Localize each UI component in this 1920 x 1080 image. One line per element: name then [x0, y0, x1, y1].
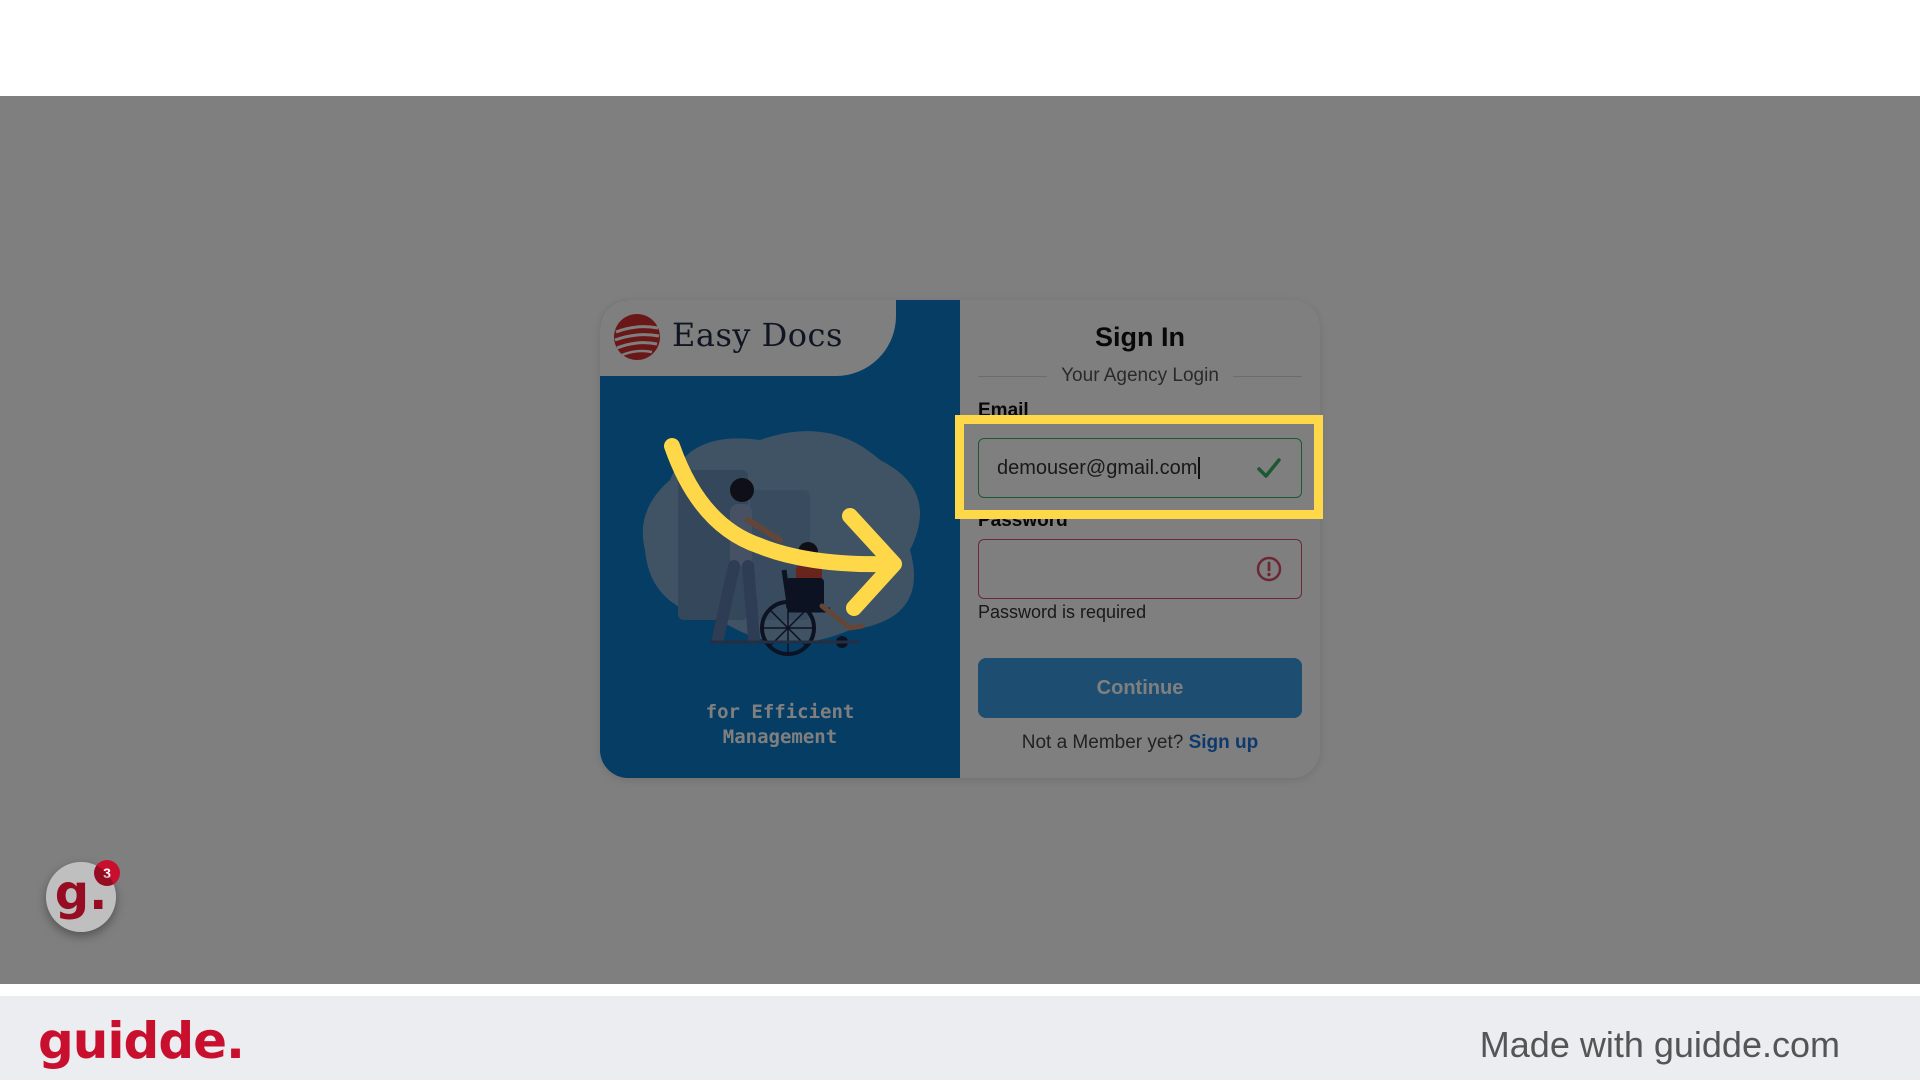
logo-tab: Easy Docs [600, 300, 896, 376]
guide-highlight-box [955, 415, 1323, 519]
member-prompt-text: Not a Member yet? [1021, 732, 1184, 753]
subtitle-row: Your Agency Login [978, 364, 1303, 388]
easy-docs-logo-icon [614, 314, 660, 360]
screenshot-stage: Easy Docs for Efficient Management Sign … [0, 96, 1920, 984]
password-error-message: Password is required [978, 602, 1147, 622]
signin-subtitle: Your Agency Login [1061, 365, 1219, 386]
footer-bar: guidde. Made with guidde.com [0, 984, 1920, 1080]
tagline-line-2: Management [722, 726, 838, 748]
signup-prompt: Not a Member yet? Sign up [960, 732, 1320, 754]
guide-arrow-icon [664, 438, 902, 616]
guidde-widget-button[interactable]: g. 3 [46, 860, 120, 932]
brand-tagline: for Efficient Management [600, 700, 960, 750]
guidde-logo: guidde. [38, 1012, 245, 1070]
top-bar [0, 0, 1920, 96]
divider-right [1232, 375, 1303, 377]
continue-button[interactable]: Continue [978, 658, 1302, 718]
error-circle-icon [1256, 556, 1282, 582]
signin-title: Sign In [1095, 322, 1185, 352]
signup-link[interactable]: Sign up [1189, 732, 1259, 753]
made-with-text: Made with guidde.com [1479, 1024, 1840, 1065]
logo-text: Easy Docs [672, 316, 843, 354]
bubble-dim [46, 862, 116, 932]
signin-form: Sign In Your Agency Login Email demouser… [960, 300, 1320, 778]
password-field[interactable] [978, 539, 1302, 599]
divider-left [978, 375, 1048, 377]
tagline-line-1: for Efficient [705, 701, 855, 723]
